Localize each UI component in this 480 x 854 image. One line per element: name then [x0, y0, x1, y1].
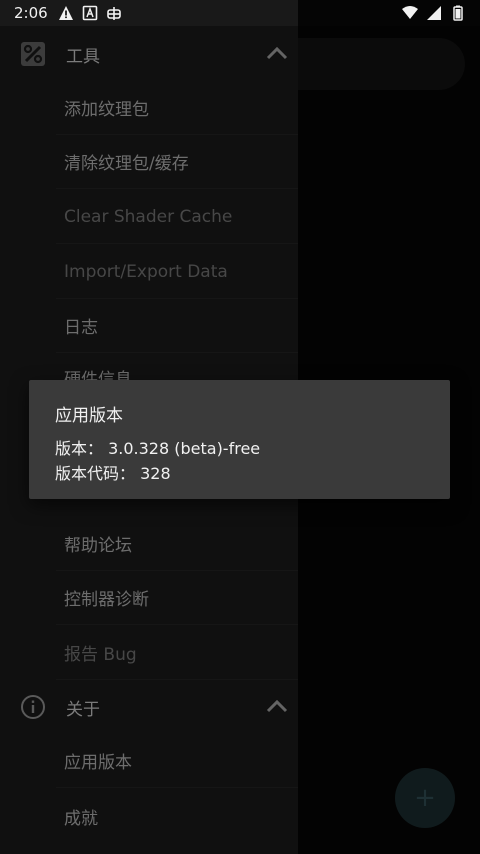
dialog-version-code-line: 版本代码： 328	[55, 464, 171, 483]
status-time: 2:06	[14, 4, 48, 22]
a-box-icon	[82, 5, 97, 21]
dialog-title: 应用版本	[55, 406, 123, 426]
dialog-version-line: 版本： 3.0.328 (beta)-free	[55, 439, 261, 458]
app-version-dialog: 应用版本 版本： 3.0.328 (beta)-free 版本代码： 328	[29, 380, 450, 499]
warning-icon	[58, 6, 73, 20]
wifi-icon	[402, 6, 418, 19]
bug-icon	[106, 7, 121, 20]
battery-icon	[453, 5, 463, 21]
signal-icon	[427, 6, 441, 20]
status-bar: 2:06	[0, 0, 480, 26]
